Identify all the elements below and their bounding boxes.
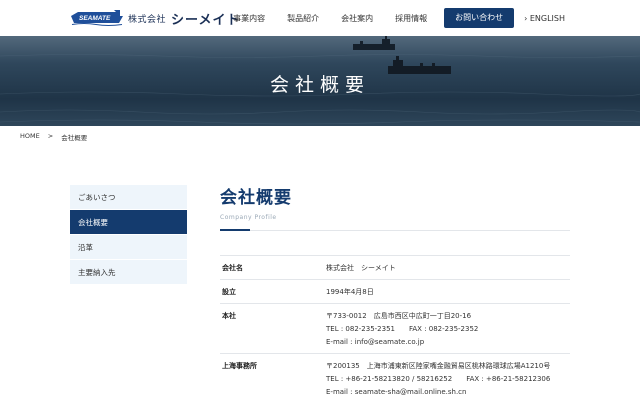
row-label: 本社 (222, 312, 236, 320)
page-subtitle: Company Profile (220, 214, 277, 221)
value-line: TEL : 082-235-2351 FAX : 082-235-2352 (326, 325, 479, 333)
value-line: 〒200135 上海市浦東新区陸家嘴金融貿易区桃林路環球広場A1210号 (326, 362, 551, 370)
nav-recruit[interactable]: 採用情報 (384, 13, 438, 24)
email-link[interactable]: E-mail : seamate-sha@mail.online.sh.cn (326, 387, 570, 397)
nav-products[interactable]: 製品紹介 (276, 13, 330, 24)
main-content: 会社概要 Company Profile 会社名 株式会社 シーメイト 設立 1… (220, 183, 570, 400)
row-value: 株式会社 シーメイト (326, 263, 570, 273)
table-row: 上海事務所 〒200135 上海市浦東新区陸家嘴金融貿易区桃林路環球広場A121… (220, 354, 570, 400)
table-row: 設立 1994年4月8日 (220, 280, 570, 304)
row-value: 1994年4月8日 (326, 287, 570, 297)
logo-mark-text: SEAMATE (79, 15, 111, 22)
value-line: 〒733-0012 広島市西区中広町一丁目20-16 (326, 312, 472, 320)
value-line: TEL : +86-21-58213820 / 58216252 FAX : +… (326, 375, 551, 383)
company-info-table: 会社名 株式会社 シーメイト 設立 1994年4月8日 本社 〒733-0012… (220, 255, 570, 400)
title-accent (220, 229, 250, 231)
email-link[interactable]: E-mail : info@seamate.co.jp (326, 337, 570, 347)
value-line: 1994年4月8日 (326, 288, 374, 296)
english-link[interactable]: › ENGLISH (524, 14, 565, 23)
row-value: 〒733-0012 広島市西区中広町一丁目20-16 TEL : 082-235… (326, 311, 570, 347)
breadcrumb-home[interactable]: HOME (20, 132, 40, 142)
row-label: 会社名 (222, 264, 243, 272)
nav-company[interactable]: 会社案内 (330, 13, 384, 24)
sidebar-item-major-clients[interactable]: 主要納入先 (70, 260, 187, 285)
sidebar-item-history[interactable]: 沿革 (70, 235, 187, 260)
logo[interactable]: SEAMATE 株式会社 シーメイト (70, 9, 241, 28)
site-header: SEAMATE 株式会社 シーメイト 事業内容 製品紹介 会社案内 採用情報 お… (0, 0, 640, 36)
page-title: 会社概要 (220, 188, 292, 208)
seamate-logo-icon: SEAMATE (71, 10, 123, 26)
breadcrumb-current: 会社概要 (61, 134, 88, 142)
title-divider (220, 229, 570, 231)
row-label: 設立 (222, 288, 236, 296)
sidebar: ごあいさつ 会社概要 沿革 主要納入先 (70, 185, 187, 285)
breadcrumb: HOME > 会社概要 (20, 132, 95, 142)
sidebar-item-greeting[interactable]: ごあいさつ (70, 185, 187, 210)
table-row: 会社名 株式会社 シーメイト (220, 256, 570, 280)
table-row: 本社 〒733-0012 広島市西区中広町一丁目20-16 TEL : 082-… (220, 304, 570, 354)
row-label: 上海事務所 (222, 362, 257, 370)
sidebar-item-company-profile[interactable]: 会社概要 (70, 210, 187, 235)
hero-title: 会社概要 (269, 74, 370, 96)
main-nav: 事業内容 製品紹介 会社案内 採用情報 お問い合わせ › ENGLISH (222, 0, 640, 36)
hero-banner: 会社概要 (0, 36, 640, 126)
logo-company: 株式会社 (128, 14, 167, 25)
nav-business[interactable]: 事業内容 (222, 13, 276, 24)
value-line: 株式会社 シーメイト (326, 264, 396, 272)
row-value: 〒200135 上海市浦東新区陸家嘴金融貿易区桃林路環球広場A1210号 TEL… (326, 361, 570, 397)
breadcrumb-separator: > (47, 132, 54, 140)
contact-button[interactable]: お問い合わせ (444, 8, 515, 28)
